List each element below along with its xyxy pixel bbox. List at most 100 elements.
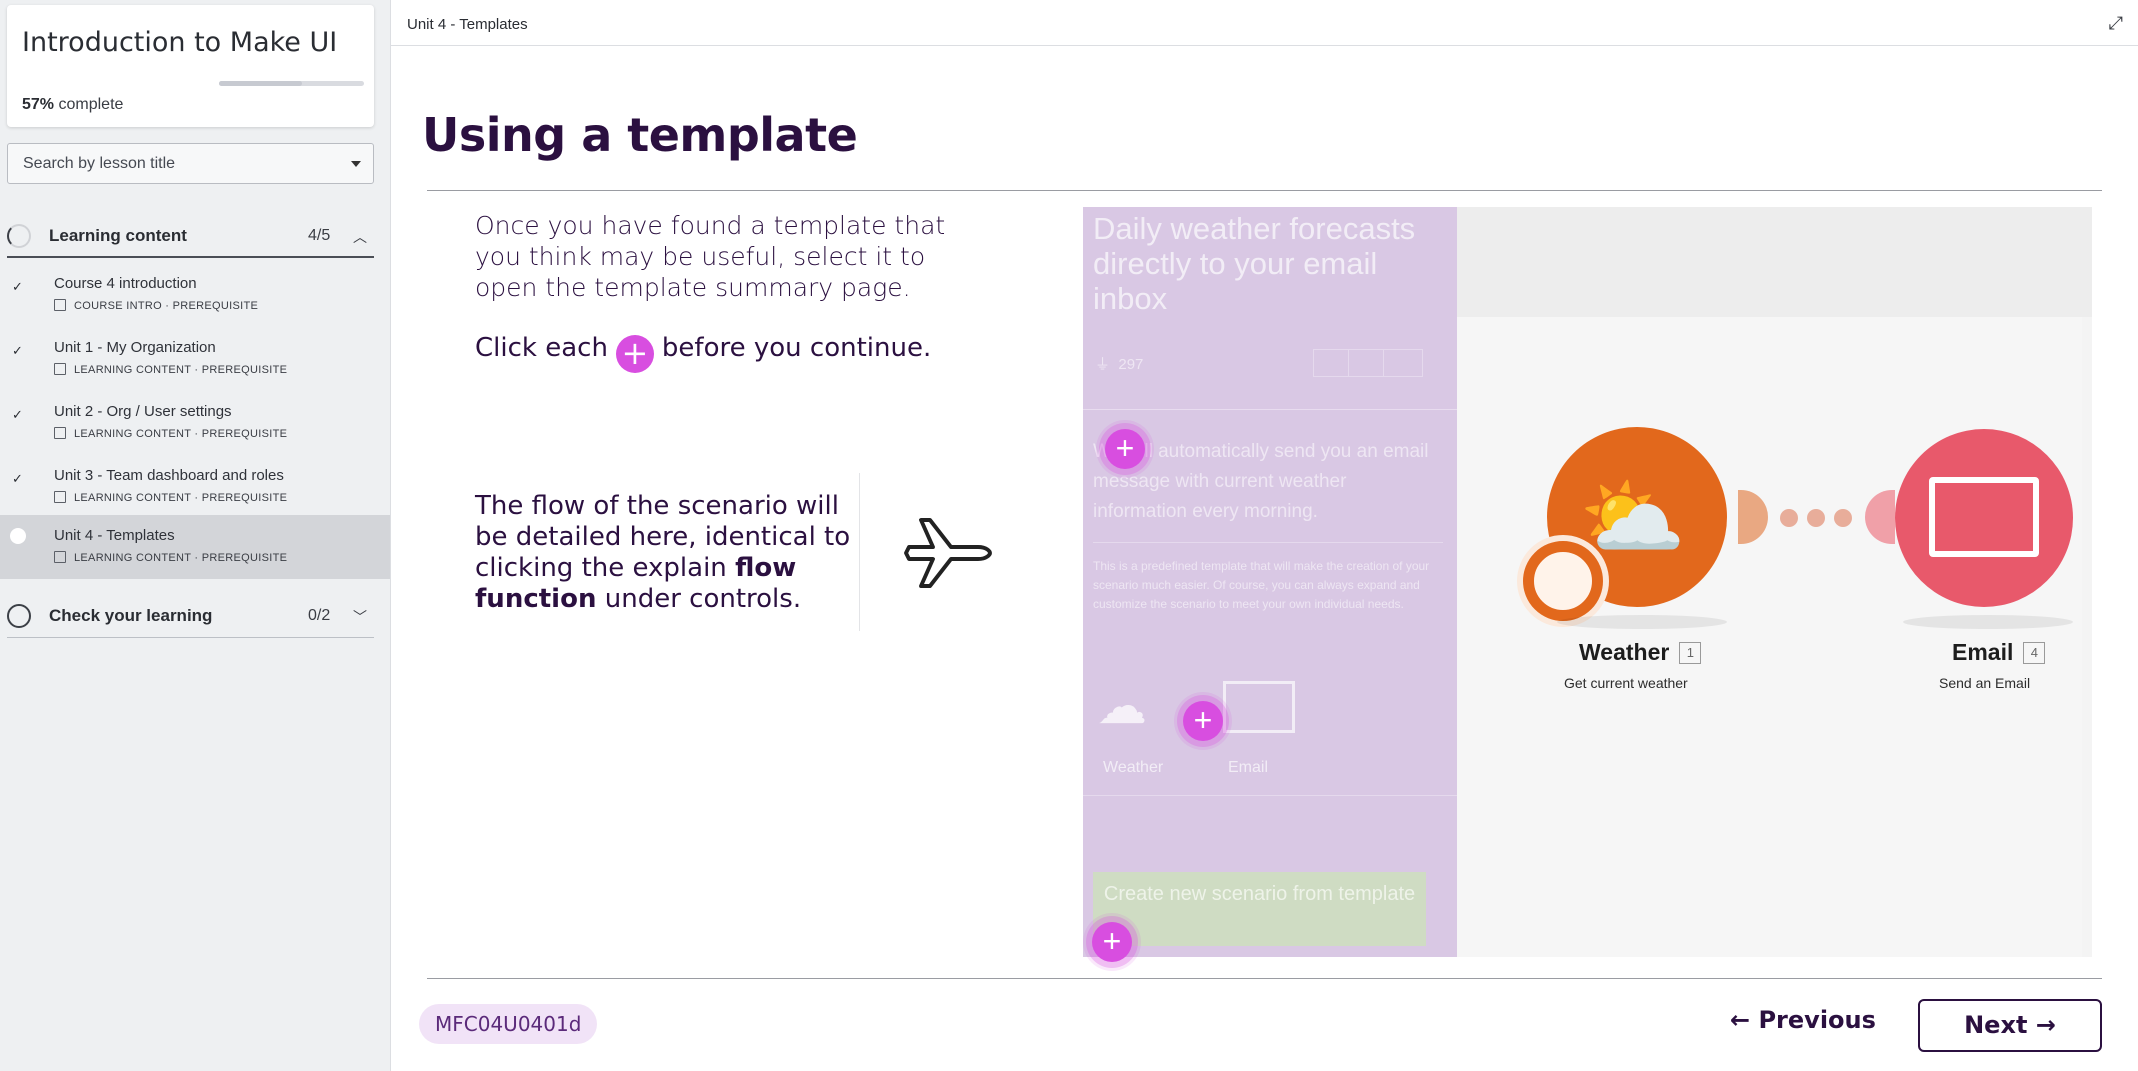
likes-count: ⏚ 297 xyxy=(1095,353,1143,374)
check-icon: ✓ xyxy=(12,279,23,294)
section-divider xyxy=(7,256,374,258)
check-icon: ✓ xyxy=(12,471,23,486)
panel-divider xyxy=(1093,542,1443,543)
lesson-meta-text: LEARNING CONTENT · PREREQUISITE xyxy=(74,552,288,564)
lesson-meta: LEARNING CONTENT · PREREQUISITE xyxy=(54,427,287,440)
bottom-divider xyxy=(427,978,2102,979)
lesson-title: Unit 3 - Team dashboard and roles xyxy=(54,467,284,484)
weather-cloud-icon: ☁ xyxy=(1097,678,1147,734)
airplane-icon xyxy=(904,518,992,588)
lesson-title: Unit 1 - My Organization xyxy=(54,339,216,356)
illustration-header-band xyxy=(1457,207,2092,317)
create-scenario-button: Create new scenario from template xyxy=(1093,872,1426,946)
previous-button[interactable]: ← Previous xyxy=(1730,1006,1876,1034)
node-shadow xyxy=(1557,615,1727,629)
progress-percent: 57% xyxy=(22,96,55,113)
next-label: Next xyxy=(1964,1011,2028,1039)
node-label-email: Email 4 xyxy=(1952,639,2046,666)
section-count: 4/5 xyxy=(308,227,331,244)
mail-icon xyxy=(1384,350,1419,376)
section-divider xyxy=(7,637,374,638)
twitter-icon xyxy=(1349,350,1384,376)
node-number: 1 xyxy=(1679,642,1702,664)
instruction-suffix: before you continue. xyxy=(661,333,932,363)
lesson-meta-text: LEARNING CONTENT · PREREQUISITE xyxy=(74,492,288,504)
note-divider xyxy=(859,473,860,631)
check-icon: ✓ xyxy=(12,343,23,358)
caret-down-icon xyxy=(351,161,361,167)
node-name: Weather xyxy=(1579,639,1670,665)
lesson-meta-text: COURSE INTRO · PREREQUISITE xyxy=(74,300,259,312)
lesson-search-select[interactable]: Search by lesson title xyxy=(7,143,374,184)
template-title: Daily weather forecasts directly to your… xyxy=(1093,211,1416,316)
lesson-search-placeholder: Search by lesson title xyxy=(23,155,176,172)
lesson-code-badge: MFC04U0401d xyxy=(419,1004,598,1044)
hotspot-plus-button[interactable]: + xyxy=(1183,701,1223,741)
next-button[interactable]: Next → xyxy=(1918,999,2102,1052)
slides-icon xyxy=(54,551,66,563)
facebook-icon xyxy=(1314,350,1349,376)
page-title: Using a template xyxy=(422,108,858,162)
section-label: Learning content xyxy=(49,226,187,245)
breadcrumb: Unit 4 - Templates xyxy=(407,16,528,33)
lesson-topbar: Unit 4 - Templates ⤢ xyxy=(391,0,2138,46)
share-buttons xyxy=(1313,349,1423,377)
node-label-weather: Weather 1 xyxy=(1579,639,1702,666)
envelope-icon xyxy=(1929,477,2039,557)
lesson-meta: LEARNING CONTENT · PREREQUISITE xyxy=(54,491,287,504)
lesson-item[interactable]: ✓ Unit 2 - Org / User settings LEARNING … xyxy=(0,391,390,455)
flow-note-part2: under controls. xyxy=(596,584,802,614)
node-name: Email xyxy=(1952,639,2014,665)
panel-divider xyxy=(1083,795,1457,796)
lesson-item-active[interactable]: Unit 4 - Templates LEARNING CONTENT · PR… xyxy=(0,515,390,579)
section-check-your-learning[interactable]: Check your learning 0/2 ﹀ xyxy=(0,592,375,638)
progress-text: 57% complete xyxy=(22,96,123,114)
section-label: Check your learning xyxy=(49,606,213,625)
app-label-email: Email xyxy=(1228,759,1269,776)
envelope-icon xyxy=(1223,681,1295,733)
section-count: 0/2 xyxy=(308,607,331,624)
scenario-canvas xyxy=(1457,317,2082,957)
slides-icon xyxy=(54,427,66,439)
template-screenshot: Daily weather forecasts directly to your… xyxy=(1083,207,2092,962)
lesson-item[interactable]: ✓ Unit 1 - My Organization LEARNING CONT… xyxy=(0,327,390,391)
lesson-meta-text: LEARNING CONTENT · PREREQUISITE xyxy=(74,428,288,440)
node-number: 4 xyxy=(2023,642,2046,664)
lesson-item[interactable]: ✓ Course 4 introduction COURSE INTRO · P… xyxy=(0,263,390,327)
slides-icon xyxy=(54,491,66,503)
check-icon: ✓ xyxy=(12,407,23,422)
current-lesson-dot-icon xyxy=(10,528,26,544)
previous-label: Previous xyxy=(1758,1006,1876,1034)
lesson-title: Unit 2 - Org / User settings xyxy=(54,403,232,420)
lesson-meta: LEARNING CONTENT · PREREQUISITE xyxy=(54,363,287,376)
arrow-left-icon: ← xyxy=(1730,1006,1751,1034)
lesson-title: Course 4 introduction xyxy=(54,275,197,292)
expand-icon[interactable]: ⤢ xyxy=(2109,13,2123,34)
chevron-down-icon: ﹀ xyxy=(353,609,367,625)
node-shadow xyxy=(1903,615,2073,629)
email-module-node xyxy=(1895,429,2073,607)
section-learning-content[interactable]: Learning content 4/5 ︿ xyxy=(0,212,375,258)
progress-bar-fill xyxy=(219,81,302,86)
panel-divider xyxy=(1083,409,1457,410)
progress-bar xyxy=(219,81,364,86)
lesson-meta: COURSE INTRO · PREREQUISITE xyxy=(54,299,258,312)
instruction-text: Click each + before you continue. xyxy=(475,333,931,373)
template-small-text: This is a predefined template that will … xyxy=(1093,559,1430,611)
arrow-right-icon: → xyxy=(2035,1011,2056,1039)
app-label-weather: Weather xyxy=(1103,759,1164,776)
flow-note: The flow of the scenario will be detaile… xyxy=(475,491,855,615)
hotspot-plus-button[interactable]: + xyxy=(1105,429,1145,469)
lesson-item[interactable]: ✓ Unit 3 - Team dashboard and roles LEAR… xyxy=(0,455,390,519)
hotspot-plus-button[interactable]: + xyxy=(1092,922,1132,962)
course-title: Introduction to Make UI xyxy=(22,27,338,58)
lesson-title: Unit 4 - Templates xyxy=(54,527,175,544)
slides-icon xyxy=(54,363,66,375)
course-progress-card: Introduction to Make UI 57% complete xyxy=(7,5,374,127)
template-summary-panel: Daily weather forecasts directly to your… xyxy=(1083,207,1457,957)
chevron-up-icon: ︿ xyxy=(353,229,367,245)
clock-trigger-icon xyxy=(1517,535,1609,627)
progress-suffix: complete xyxy=(58,96,124,113)
node-sub-email: Send an Email xyxy=(1939,675,2031,691)
node-sub-weather: Get current weather xyxy=(1564,675,1688,691)
